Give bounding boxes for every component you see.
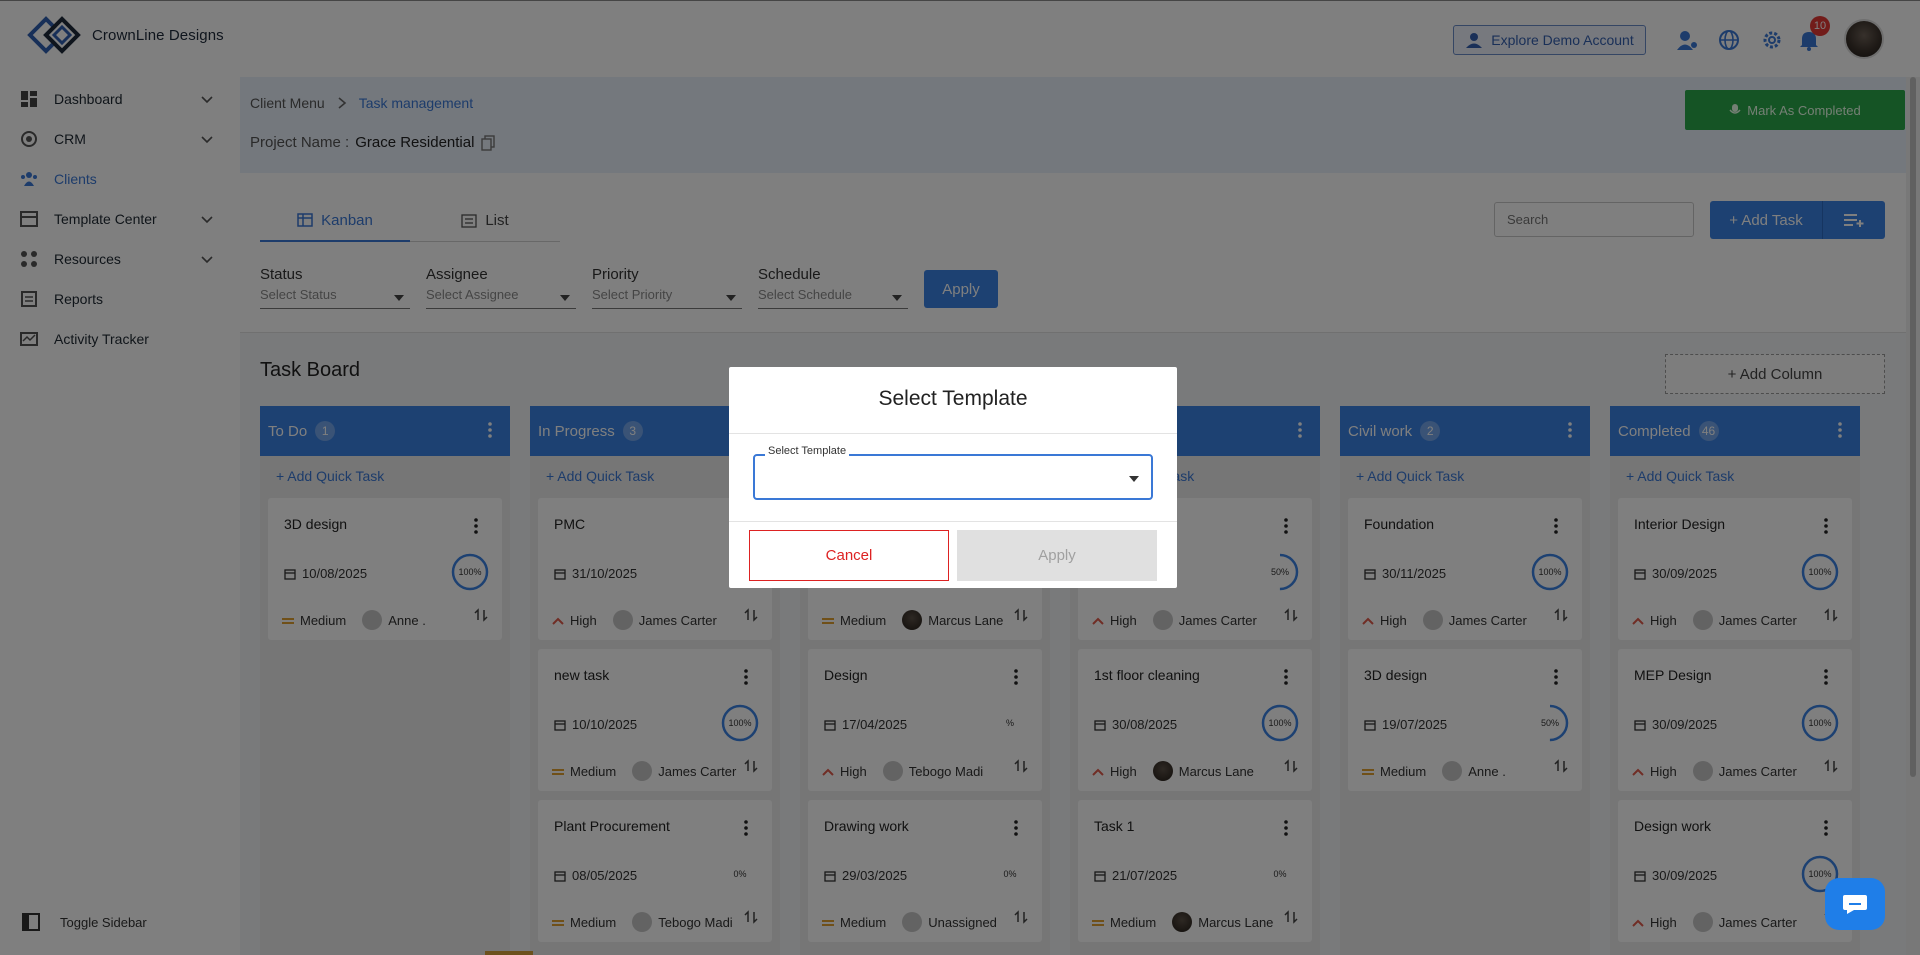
template-select[interactable]: [753, 454, 1153, 500]
divider: [729, 433, 1177, 434]
dialog-title: Select Template: [878, 387, 1028, 410]
apply-template-button[interactable]: Apply: [957, 530, 1157, 581]
select-template-dialog: Select Template Select Template Cancel A…: [729, 367, 1177, 588]
chat-icon: [1843, 895, 1867, 914]
divider: [729, 521, 1177, 522]
chat-support-button[interactable]: [1825, 878, 1885, 930]
template-select-label: Select Template: [765, 445, 850, 457]
cancel-button[interactable]: Cancel: [749, 530, 949, 581]
dropdown-arrow-icon[interactable]: [1129, 476, 1139, 482]
